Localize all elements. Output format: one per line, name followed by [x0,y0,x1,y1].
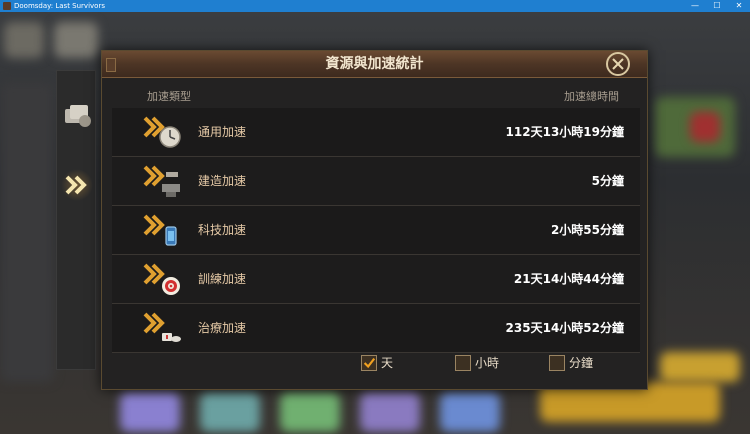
stats-sidebar [56,70,96,370]
filter-hours-checkbox[interactable]: 小時 [455,354,499,371]
speedup-stats-dialog: 資源與加速統計 加速類型 加速總時間 通用加速 112天13小時19分鐘 建造加… [101,50,648,390]
checkbox-box [455,354,471,371]
dialog-header: 資源與加速統計 [102,51,647,78]
speedup-total: 112天13小時19分鐘 [505,125,624,139]
checkbox-box [361,354,377,371]
tech-flask-speedup-icon [143,214,177,246]
speedup-total: 5分鐘 [591,174,624,188]
resource-crates-icon [65,105,91,127]
stopwatch-speedup-icon [143,116,181,148]
target-speedup-icon [143,263,180,295]
pill-speedup-icon [143,312,181,342]
list-item: 治療加速 235天14小時52分鐘 [112,304,640,353]
resources-tab[interactable] [61,99,93,131]
checkmark-icon [363,357,376,368]
double-chevron-icon [65,175,87,195]
hammer-anvil-speedup-icon [143,165,180,197]
speedup-list: 通用加速 112天13小時19分鐘 建造加速 5分鐘 科技加速 2小時55分鐘 … [112,108,640,353]
filter-minutes-checkbox[interactable]: 分鐘 [549,354,593,371]
filter-label: 分鐘 [569,356,594,370]
checkbox-box [549,354,565,371]
maximize-button[interactable]: ☐ [706,0,728,12]
speedup-label: 訓練加速 [198,272,247,286]
speedup-label: 通用加速 [198,125,247,139]
speedup-label: 治療加速 [198,321,247,335]
dialog-title: 資源與加速統計 [325,56,424,72]
close-window-button[interactable]: ✕ [728,0,750,12]
column-header-time: 加速總時間 [564,90,619,103]
window-titlebar: Doomsday: Last Survivors — ☐ ✕ [0,0,750,12]
list-item: 通用加速 112天13小時19分鐘 [112,108,640,157]
speedup-label: 建造加速 [198,174,247,188]
list-item: 建造加速 5分鐘 [112,157,640,206]
list-item: 科技加速 2小時55分鐘 [112,206,640,255]
filter-label: 天 [381,356,394,370]
speedup-tab[interactable] [61,169,93,201]
speedup-total: 235天14小時52分鐘 [505,321,624,335]
filter-days-checkbox[interactable]: 天 [361,354,393,371]
column-header-type: 加速類型 [147,90,191,103]
close-icon [612,58,624,70]
time-unit-filters: 天 小時 分鐘 [102,354,647,378]
speedup-label: 科技加速 [198,223,247,237]
close-button[interactable] [606,52,630,76]
filter-label: 小時 [475,356,500,370]
speedup-total: 2小時55分鐘 [550,223,624,237]
speedup-total: 21天14小時44分鐘 [513,272,624,286]
app-icon [3,2,11,10]
window-title: Doomsday: Last Survivors [14,2,105,10]
list-item: 訓練加速 21天14小時44分鐘 [112,255,640,304]
minimize-button[interactable]: — [684,0,706,12]
